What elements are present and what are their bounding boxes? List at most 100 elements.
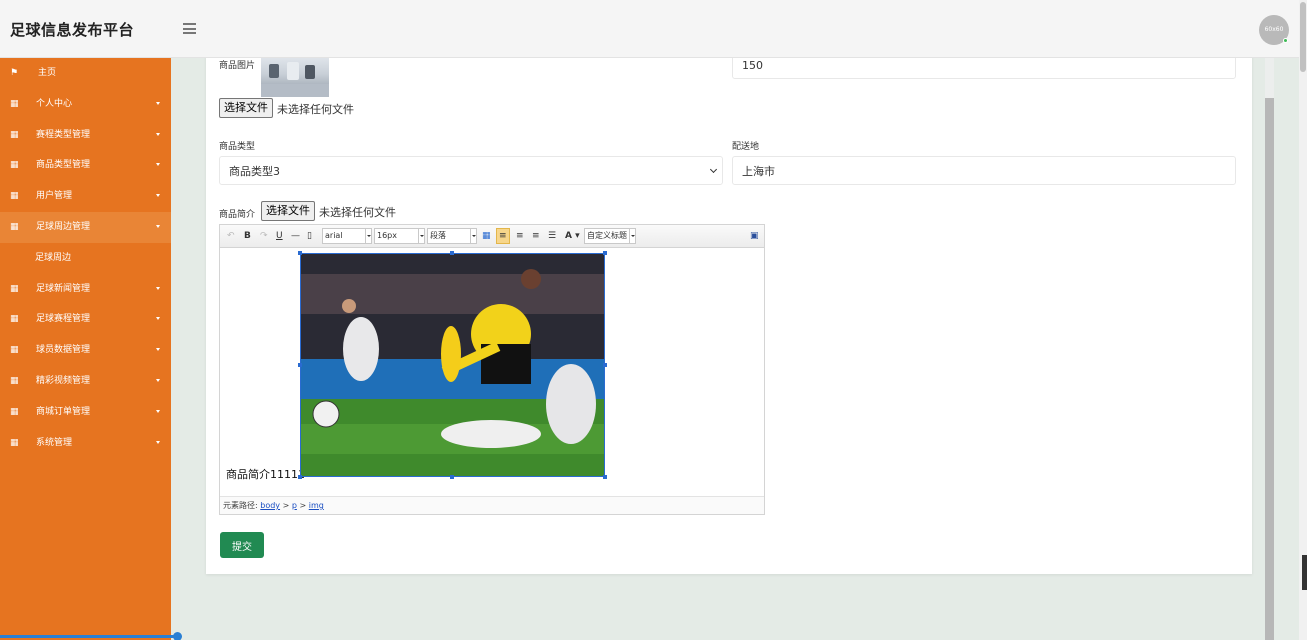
sidebar-item-video-mgmt[interactable]: ▦ 精彩视频管理 [0, 366, 171, 397]
caret-down-icon [156, 378, 160, 382]
menu-toggle-icon[interactable] [183, 23, 196, 34]
sidebar-item-label: 足球周边管理 [36, 221, 91, 232]
undo-icon[interactable]: ↶ [227, 230, 235, 242]
sidebar-item-label: 主页 [38, 68, 57, 78]
sidebar-item-label: 足球新闻管理 [36, 283, 91, 294]
sidebar-item-personal-center[interactable]: ▦ 个人中心 [0, 89, 171, 120]
redo-icon[interactable]: ↷ [260, 230, 268, 242]
justify-icon[interactable]: ☰ [548, 230, 556, 242]
avatar-text: 60x60 [1264, 26, 1284, 33]
rich-text-editor: ↶ B ↷ U — ▯ arial 16px 段落 ▦ ≡ ≡ ≡ ☰ A ▾ … [219, 224, 765, 515]
path-p-link[interactable]: p [292, 501, 297, 510]
grid-icon: ▦ [10, 160, 19, 171]
sidebar-item-merch-mgmt[interactable]: ▦ 足球周边管理 [0, 211, 171, 243]
avatar[interactable]: 60x60 [1259, 15, 1289, 45]
font-family-value: arial [325, 231, 343, 240]
paragraph-select[interactable]: 段落 [427, 228, 477, 244]
delivery-input[interactable]: 上海市 [732, 156, 1236, 185]
intro-file-button[interactable]: 选择文件 [261, 201, 315, 221]
image-file-button[interactable]: 选择文件 [219, 98, 273, 118]
sidebar-item-product-type-mgmt[interactable]: ▦ 商品类型管理 [0, 150, 171, 181]
caret-down-icon [156, 101, 160, 105]
sidebar-item-label: 个人中心 [36, 98, 73, 109]
path-body-link[interactable]: body [260, 501, 280, 510]
align-right-icon[interactable]: ≡ [532, 230, 540, 242]
price-value: 150 [742, 59, 763, 72]
sidebar-item-news-mgmt[interactable]: ▦ 足球新闻管理 [0, 274, 171, 305]
editor-content[interactable]: 商品简介11111 [220, 249, 764, 497]
product-type-select[interactable]: 商品类型3 [219, 156, 723, 185]
grid-icon: ▦ [10, 98, 19, 109]
sidebar-item-schedule-mgmt[interactable]: ▦ 足球赛程管理 [0, 304, 171, 335]
delivery-label: 配送地 [732, 142, 760, 152]
grid-icon: ▦ [10, 345, 19, 356]
image-label: 商品图片 [219, 61, 256, 71]
grid-icon: ▦ [10, 191, 19, 202]
intro-file-status: 未选择任何文件 [319, 206, 396, 219]
font-color-icon[interactable]: A ▾ [565, 230, 580, 242]
sidebar-subitem-merch[interactable]: 足球周边 [0, 243, 171, 274]
sidebar-item-user-mgmt[interactable]: ▦ 用户管理 [0, 181, 171, 212]
caret-down-icon [156, 286, 160, 290]
element-path-label: 元素路径: [223, 501, 258, 510]
custom-title-select[interactable]: 自定义标题 [584, 228, 636, 244]
sidebar-item-label: 赛程类型管理 [36, 129, 91, 140]
top-bar: 足球信息发布平台 60x60 [0, 0, 1299, 58]
page-scrollbar-thumb[interactable] [1300, 2, 1306, 72]
page-scrollbar[interactable] [1299, 0, 1307, 640]
sidebar-item-system-mgmt[interactable]: ▦ 系统管理 [0, 428, 171, 459]
product-type-label: 商品类型 [219, 142, 256, 152]
sidebar-item-label: 精彩视频管理 [36, 375, 91, 386]
caret-down-icon [156, 163, 160, 167]
flag-icon: ⚑ [10, 68, 19, 78]
underline-icon[interactable]: U [276, 230, 283, 242]
sidebar-item-label: 球员数据管理 [36, 345, 91, 356]
sidebar-item-label: 商城订单管理 [36, 406, 91, 417]
online-status-icon [1283, 38, 1288, 43]
font-size-value: 16px [377, 231, 397, 240]
image-thumbnail [261, 58, 329, 97]
clear-format-icon[interactable]: ▯ [307, 230, 312, 242]
sidebar-item-label: 用户管理 [36, 191, 73, 202]
sidebar-item-home[interactable]: ⚑ 主页 [0, 58, 171, 89]
loading-progress-bar [0, 632, 182, 640]
football-photo [301, 254, 604, 476]
product-type-value: 商品类型3 [229, 164, 280, 178]
sidebar-item-label: 系统管理 [36, 437, 73, 448]
sidebar-item-player-data-mgmt[interactable]: ▦ 球员数据管理 [0, 335, 171, 366]
grid-icon: ▦ [10, 221, 19, 232]
grid-icon: ▦ [10, 314, 19, 325]
submit-button[interactable]: 提交 [220, 532, 264, 558]
custom-title-value: 自定义标题 [587, 231, 627, 240]
font-family-select[interactable]: arial [322, 228, 372, 244]
grid-icon: ▦ [10, 437, 19, 448]
delivery-value: 上海市 [742, 164, 775, 178]
horizontal-rule-icon[interactable]: — [291, 230, 300, 242]
sidebar-item-label: 商品类型管理 [36, 160, 91, 171]
sidebar-item-label: 足球赛程管理 [36, 314, 91, 325]
grid-icon: ▦ [10, 375, 19, 386]
caret-down-icon [156, 132, 160, 136]
path-img-link[interactable]: img [309, 501, 324, 510]
image-file-status: 未选择任何文件 [277, 103, 354, 116]
intro-label: 商品简介 [219, 210, 256, 220]
page-scrollbar-marker [1302, 555, 1307, 590]
caret-down-icon [156, 440, 160, 444]
sidebar: ⚑ 主页 ▦ 个人中心 ▦ 赛程类型管理 ▦ 商品类型管理 ▦ 用户管理 ▦ 足… [0, 58, 182, 640]
sidebar-item-order-mgmt[interactable]: ▦ 商城订单管理 [0, 397, 171, 428]
font-size-select[interactable]: 16px [374, 228, 425, 244]
bold-icon[interactable]: B [244, 230, 251, 242]
element-path-bar: 元素路径: body > p > img [220, 496, 764, 514]
sidebar-item-match-type-mgmt[interactable]: ▦ 赛程类型管理 [0, 120, 171, 151]
editor-toolbar: ↶ B ↷ U — ▯ arial 16px 段落 ▦ ≡ ≡ ≡ ☰ A ▾ … [220, 225, 764, 248]
chevron-down-icon [709, 165, 718, 173]
align-center-icon[interactable]: ≡ [516, 230, 524, 242]
table-icon[interactable]: ▦ [482, 230, 491, 242]
caret-down-icon [156, 194, 160, 198]
sidebar-item-label: 足球周边 [35, 252, 72, 263]
editor-image[interactable] [300, 253, 605, 477]
fullscreen-icon[interactable]: ▣ [750, 230, 759, 242]
app-title: 足球信息发布平台 [10, 21, 135, 39]
align-left-icon[interactable]: ≡ [499, 230, 507, 242]
caret-down-icon [156, 348, 160, 352]
